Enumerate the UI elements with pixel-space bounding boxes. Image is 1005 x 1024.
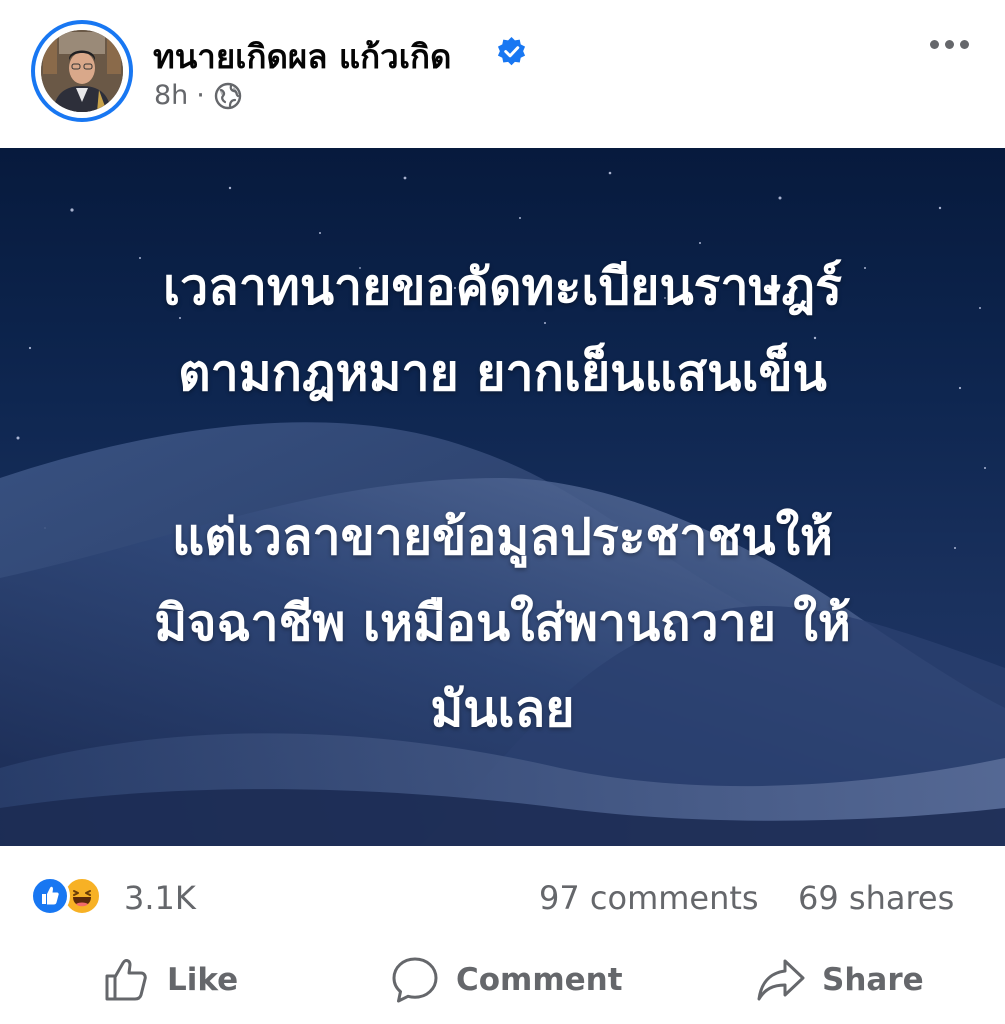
like-label: Like [167, 962, 239, 998]
image-text-line-1: เวลาทนายขอคัดทะเบียนราษฎร์ [163, 258, 842, 316]
comment-label: Comment [456, 962, 623, 998]
comment-icon [392, 957, 438, 1003]
post-meta: 8h · [154, 80, 243, 111]
image-text-line-5: มันเลย [430, 680, 575, 738]
like-button[interactable]: Like [101, 950, 238, 1010]
post-image[interactable]: เวลาทนายขอคัดทะเบียนราษฎร์ ตามกฎหมาย ยาก… [0, 148, 1005, 846]
avatar-story-ring[interactable] [31, 20, 133, 122]
more-options-button[interactable] [926, 32, 972, 56]
reaction-icons[interactable] [30, 876, 102, 916]
like-icon [105, 959, 147, 1001]
image-text-line-3: แต่เวลาขายข้อมูลประชาชนให้ [172, 508, 833, 566]
share-icon [757, 959, 805, 1001]
author-name[interactable]: ทนายเกิดผล แก้วเกิด [153, 30, 451, 83]
avatar[interactable] [41, 30, 123, 112]
globe-icon [214, 82, 242, 109]
more-options-icon [929, 39, 939, 49]
more-dot [959, 39, 969, 49]
comments-count[interactable]: 97 comments [539, 879, 759, 917]
meta-separator: · [196, 80, 205, 111]
comment-button[interactable]: Comment [390, 950, 623, 1010]
image-text-line-2: ตามกฎหมาย ยากเย็นแสนเข็น [178, 344, 827, 402]
verified-badge-icon [497, 36, 526, 66]
engagement-stats: 3.1K 97 comments 69 shares [0, 846, 1005, 946]
share-label: Share [822, 962, 924, 998]
more-dot [944, 39, 954, 49]
like-reaction-icon [30, 876, 70, 916]
share-button[interactable]: Share [756, 950, 924, 1010]
action-bar: Like Comment Share [0, 940, 1005, 1020]
post-header: ทนายเกิดผล แก้วเกิด 8h · [0, 0, 1005, 148]
reaction-count[interactable]: 3.1K [124, 879, 196, 917]
shares-count[interactable]: 69 shares [798, 879, 954, 917]
avatar-photo [41, 30, 123, 112]
post-time[interactable]: 8h [154, 80, 188, 111]
image-text-line-4: มิจฉาชีพ เหมือนใส่พานถวาย ให้ [154, 594, 851, 652]
